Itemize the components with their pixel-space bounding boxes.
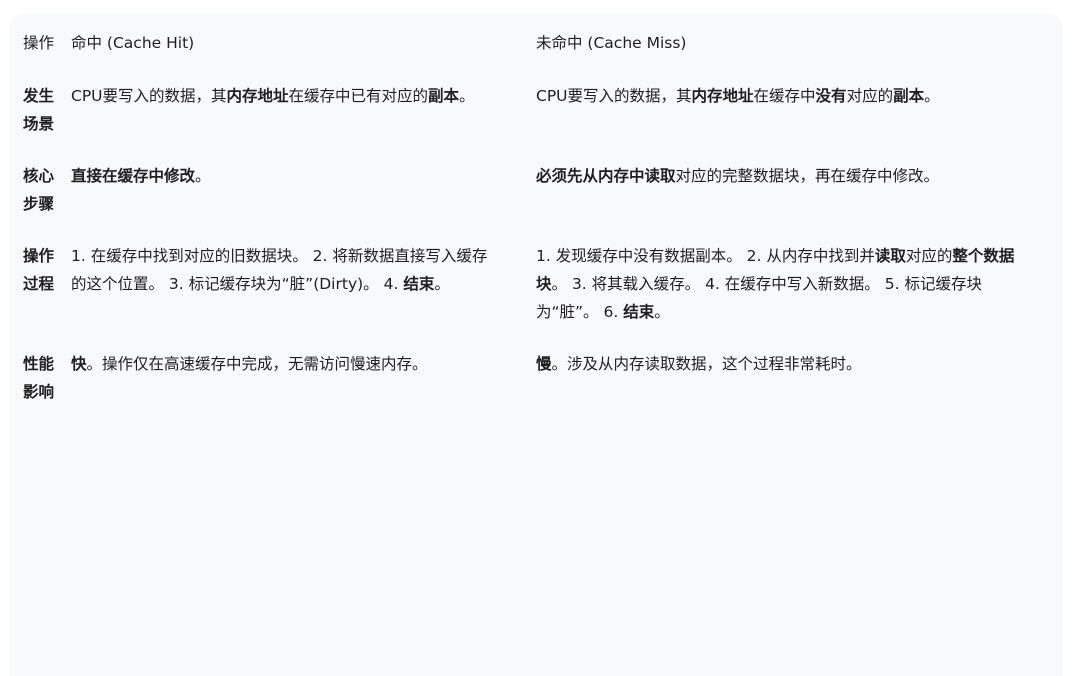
- cache-miss-cell: 慢。涉及从内存读取数据，这个过程非常耗时。: [536, 338, 1063, 418]
- header-operation: 操作: [23, 34, 55, 52]
- cache-hit-cell: 1. 在缓存中找到对应的旧数据块。 2. 将新数据直接写入缓存的这个位置。 3.…: [71, 230, 536, 338]
- text-run: CPU要写入的数据，其: [536, 87, 692, 105]
- row-label: 发生场景: [23, 87, 55, 133]
- bold-text: 结束: [623, 303, 655, 321]
- bold-text: 慢: [536, 355, 552, 373]
- text-run: 。: [924, 87, 940, 105]
- text-run: 。: [654, 303, 670, 321]
- header-cache-miss: 未命中 (Cache Miss): [536, 34, 687, 52]
- bold-text: 结束: [403, 275, 435, 293]
- text-run: 1. 发现缓存中没有数据副本。 2. 从内存中找到并: [536, 247, 875, 265]
- bold-text: 必须先从内存中读取: [536, 167, 676, 185]
- cache-hit-cell: CPU要写入的数据，其内存地址在缓存中已有对应的副本。: [71, 70, 536, 150]
- row-label: 操作过程: [23, 247, 55, 293]
- cache-miss-cell: 1. 发现缓存中没有数据副本。 2. 从内存中找到并读取对应的整个数据块。 3.…: [536, 230, 1063, 338]
- text-run: CPU要写入的数据，其: [71, 87, 227, 105]
- text-run: 。: [195, 167, 211, 185]
- bold-text: 内存地址: [226, 87, 289, 105]
- text-run: 。涉及从内存读取数据，这个过程非常耗时。: [551, 355, 862, 373]
- comparison-table: 操作 命中 (Cache Hit) 未命中 (Cache Miss) 发生场景 …: [10, 14, 1063, 418]
- text-run: 。操作仅在高速缓存中完成，无需访问慢速内存。: [86, 355, 428, 373]
- table-row: 核心步骤 直接在缓存中修改。 必须先从内存中读取对应的完整数据块，再在缓存中修改…: [10, 150, 1063, 230]
- cache-hit-cell: 快。操作仅在高速缓存中完成，无需访问慢速内存。: [71, 338, 536, 418]
- text-run: 在缓存中: [753, 87, 816, 105]
- table-row: 发生场景 CPU要写入的数据，其内存地址在缓存中已有对应的副本。 CPU要写入的…: [10, 70, 1063, 150]
- bold-text: 读取: [874, 247, 906, 265]
- cache-hit-cell: 直接在缓存中修改。: [71, 150, 536, 230]
- text-run: 。: [434, 275, 450, 293]
- text-run: 在缓存中已有对应的: [288, 87, 429, 105]
- text-run: 。: [459, 87, 475, 105]
- row-label: 性能影响: [23, 355, 55, 401]
- header-cache-hit: 命中 (Cache Hit): [71, 34, 195, 52]
- bold-text: 快: [71, 355, 87, 373]
- row-label: 核心步骤: [23, 167, 55, 213]
- cache-miss-cell: CPU要写入的数据，其内存地址在缓存中没有对应的副本。: [536, 70, 1063, 150]
- bold-text: 直接在缓存中修改: [71, 167, 196, 185]
- cache-miss-cell: 必须先从内存中读取对应的完整数据块，再在缓存中修改。: [536, 150, 1063, 230]
- text-run: 。 3. 将其载入缓存。 4. 在缓存中写入新数据。 5. 标记缓存块为“脏”。…: [536, 275, 982, 321]
- bold-text: 副本: [893, 87, 925, 105]
- table-header-row: 操作 命中 (Cache Hit) 未命中 (Cache Miss): [10, 14, 1063, 70]
- bold-text: 没有: [815, 87, 847, 105]
- table-row: 性能影响 快。操作仅在高速缓存中完成，无需访问慢速内存。 慢。涉及从内存读取数据…: [10, 338, 1063, 418]
- bold-text: 副本: [428, 87, 460, 105]
- text-run: 对应的完整数据块，再在缓存中修改。: [675, 167, 940, 185]
- table-row: 操作过程 1. 在缓存中找到对应的旧数据块。 2. 将新数据直接写入缓存的这个位…: [10, 230, 1063, 338]
- bold-text: 内存地址: [691, 87, 754, 105]
- text-run: 对应的: [846, 87, 894, 105]
- text-run: 对应的: [905, 247, 953, 265]
